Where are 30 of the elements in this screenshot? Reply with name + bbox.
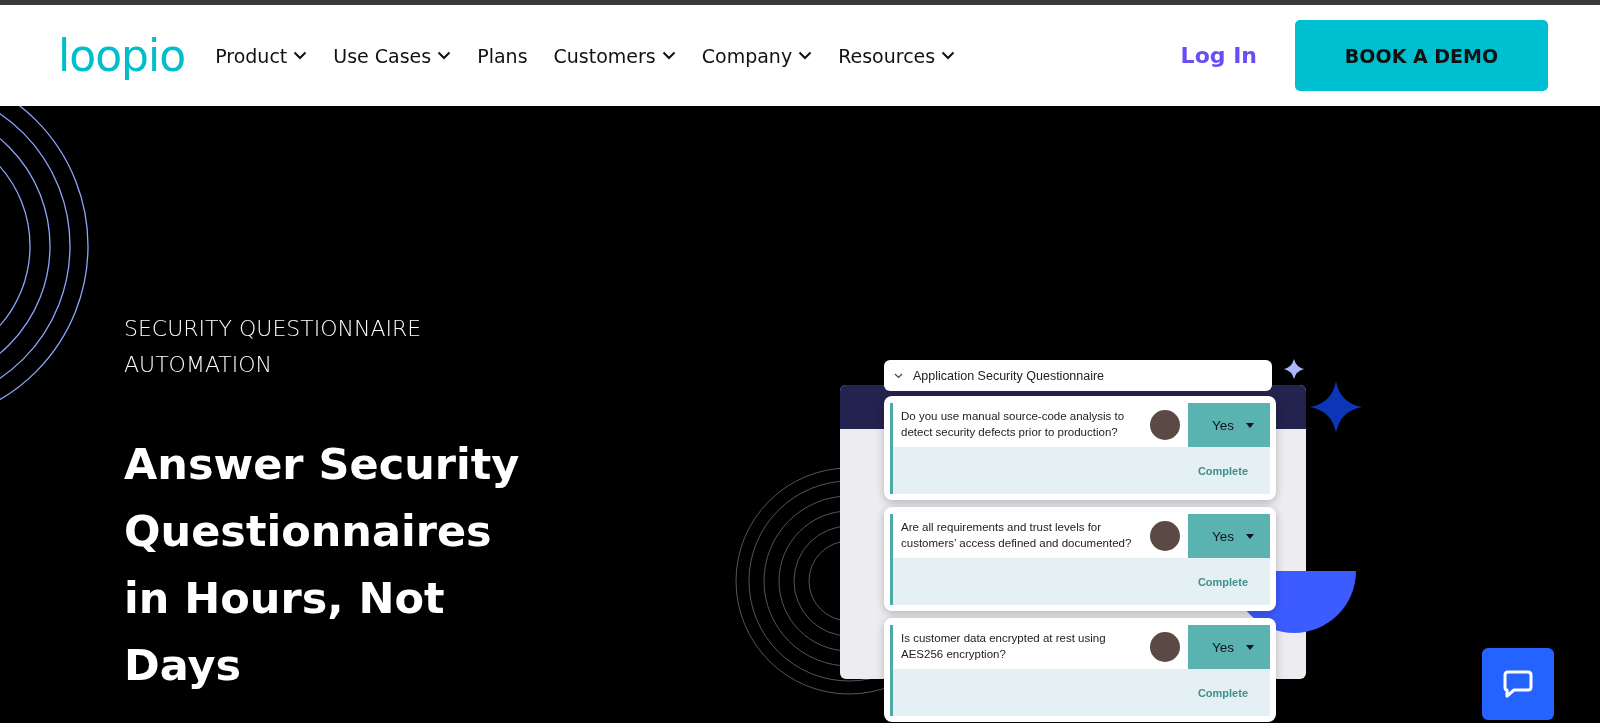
chat-button[interactable] [1482, 648, 1554, 720]
avatar [1150, 521, 1180, 551]
caret-icon [1246, 644, 1254, 650]
nav-menu-item[interactable]: Customers [553, 44, 676, 67]
book-demo-button[interactable]: BOOK A DEMO [1295, 20, 1548, 91]
nav-menu-item[interactable]: Resources [838, 44, 956, 67]
login-link[interactable]: Log In [1180, 43, 1257, 68]
nav-menu-item[interactable]: Use Cases [333, 44, 452, 67]
answer-dropdown[interactable]: Yes [1188, 514, 1270, 558]
answer-dropdown[interactable]: Yes [1188, 403, 1270, 447]
avatar [1150, 410, 1180, 440]
caret-icon [1246, 533, 1254, 539]
nav-menu-item[interactable]: Product [215, 44, 308, 67]
question-text: Is customer data encrypted at rest using AES256 encryption? [900, 631, 1107, 662]
hero-heading: Answer Security Questionnaires in Hours, Not Days [124, 438, 521, 692]
chat-bubble-icon [1502, 669, 1534, 699]
nav-menu-item[interactable]: Plans [477, 44, 528, 67]
status-text: Complete [1197, 464, 1248, 477]
avatar [1150, 632, 1180, 662]
nav-menu-item[interactable]: Company [701, 44, 813, 67]
question-text: Are all requirements and trust levels for customers’ access defined and documented? [900, 520, 1133, 551]
question-text: Do you use manual source-code analysis to detect security defects prior to production? [900, 409, 1126, 440]
eyebrow-text: SECURITY QUESTIONNAIRE AUTOMATION [124, 315, 423, 379]
caret-icon [1246, 422, 1254, 428]
status-text: Complete [1197, 686, 1248, 699]
questionnaire-title: Application Security Questionnaire [913, 368, 1105, 383]
questionnaire-title-bar[interactable]: Application Security Questionnaire [884, 360, 1272, 391]
status-text: Complete [1197, 575, 1248, 588]
answer-dropdown[interactable]: Yes [1188, 625, 1270, 669]
chevron-down-icon [894, 372, 903, 379]
